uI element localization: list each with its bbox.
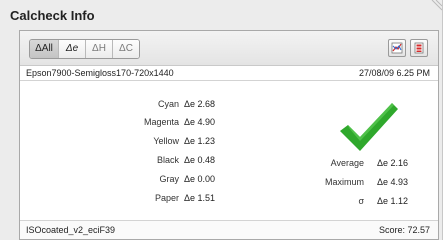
calcheck-content: ΔAll Δe ΔH ΔC Epson7900-Semigloss170-720… bbox=[19, 30, 439, 240]
summary-label-average: Average bbox=[330, 158, 364, 168]
metric-value-magenta: Δe 4.90 bbox=[184, 117, 216, 127]
metric-label-magenta: Magenta bbox=[143, 117, 179, 127]
metric-value-black: Δe 0.48 bbox=[184, 155, 216, 165]
reference-profile: ISOcoated_v2_eciF39 bbox=[26, 225, 116, 235]
resize-grip-icon[interactable] bbox=[428, 0, 442, 14]
profile-header: Epson7900-Semigloss170-720x1440 27/08/09… bbox=[20, 66, 438, 81]
delta-tab-group: ΔAll Δe ΔH ΔC bbox=[29, 39, 140, 59]
tab-delta-e[interactable]: Δe bbox=[59, 40, 86, 58]
metric-label-yellow: Yellow bbox=[153, 136, 179, 146]
calcheck-info-panel: Calcheck Info ΔAll Δe ΔH ΔC Epson7900-Se… bbox=[0, 0, 443, 240]
list-icon bbox=[414, 42, 424, 54]
tab-delta-all[interactable]: ΔAll bbox=[30, 40, 59, 58]
summary-value-sigma: Δe 1.12 bbox=[377, 196, 409, 206]
summary-label-sigma: σ bbox=[358, 196, 364, 206]
panel-title: Calcheck Info bbox=[10, 8, 95, 23]
score-text: Score: 72.57 bbox=[378, 225, 430, 235]
profile-name: Epson7900-Semigloss170-720x1440 bbox=[26, 68, 174, 78]
summary-value-average: Δe 2.16 bbox=[377, 158, 409, 168]
footer-bar: ISOcoated_v2_eciF39 Score: 72.57 bbox=[20, 220, 438, 239]
metric-label-gray: Gray bbox=[159, 174, 179, 184]
summary-label-maximum: Maximum bbox=[324, 177, 364, 187]
toolbar: ΔAll Δe ΔH ΔC bbox=[20, 31, 438, 66]
metric-value-gray: Δe 0.00 bbox=[184, 174, 216, 184]
metric-value-paper: Δe 1.51 bbox=[184, 193, 216, 203]
summary-value-maximum: Δe 4.93 bbox=[377, 177, 409, 187]
pass-checkmark-icon bbox=[340, 103, 398, 151]
tab-delta-c[interactable]: ΔC bbox=[113, 40, 139, 58]
metric-value-cyan: Δe 2.68 bbox=[184, 99, 216, 109]
graph-view-button[interactable] bbox=[388, 39, 406, 57]
list-view-button[interactable] bbox=[410, 39, 428, 57]
metric-label-paper: Paper bbox=[154, 193, 179, 203]
profile-date: 27/08/09 6.25 PM bbox=[358, 68, 430, 78]
metric-value-yellow: Δe 1.23 bbox=[184, 136, 216, 146]
metric-label-black: Black bbox=[156, 155, 179, 165]
graph-icon bbox=[391, 42, 403, 54]
metric-label-cyan: Cyan bbox=[157, 99, 179, 109]
tab-delta-h[interactable]: ΔH bbox=[86, 40, 113, 58]
